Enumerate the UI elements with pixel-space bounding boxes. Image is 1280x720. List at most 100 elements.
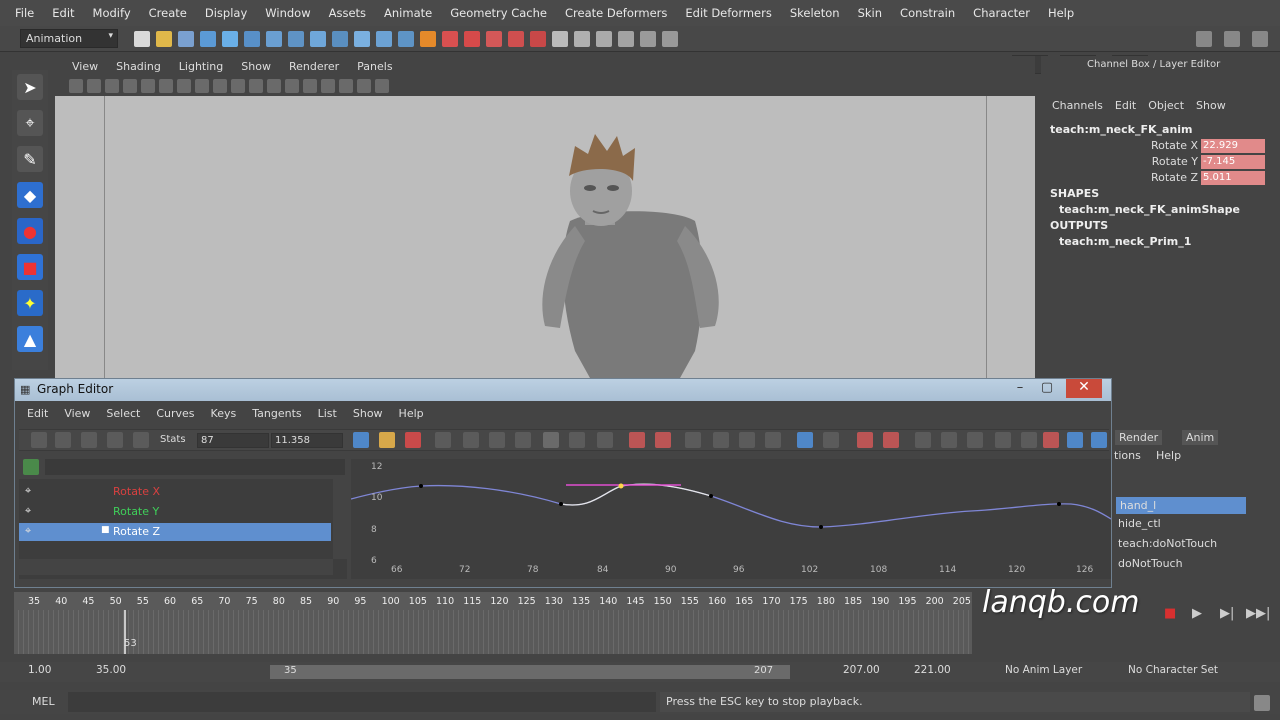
attr-rotate-x[interactable]: Rotate X 22.929 (1050, 138, 1265, 153)
animation-end-field[interactable]: 221.00 (914, 664, 951, 680)
save-scene-icon[interactable] (178, 31, 194, 47)
ipr-render-icon[interactable] (442, 31, 458, 47)
menu-edit[interactable]: Edit (43, 6, 83, 20)
viewport-menu-lighting[interactable]: Lighting (170, 60, 232, 73)
add-keys-icon[interactable] (81, 432, 97, 448)
scale-tool-icon[interactable]: ■ (17, 254, 43, 280)
select-component-icon[interactable] (244, 31, 260, 47)
stats-time-field[interactable]: 87 (197, 433, 269, 448)
command-input[interactable] (68, 692, 656, 712)
xray-joints-icon[interactable] (375, 79, 389, 93)
layer-item[interactable]: hand_l (1116, 497, 1246, 514)
ge-menu-tangents[interactable]: Tangents (244, 407, 309, 420)
menu-geometry-cache[interactable]: Geometry Cache (441, 6, 556, 20)
shape-node[interactable]: teach:m_neck_FK_animShape (1059, 203, 1240, 216)
curve-item-rotate-z[interactable]: ⌖ ■ Rotate Z (19, 523, 331, 541)
render-settings-icon[interactable] (398, 31, 414, 47)
curve-item-rotate-x[interactable]: ⌖ Rotate X (19, 483, 331, 501)
ge-menu-keys[interactable]: Keys (203, 407, 245, 420)
buffer-curve-icon[interactable] (597, 432, 613, 448)
cb-menu-object[interactable]: Object (1142, 99, 1190, 112)
menu-create-deformers[interactable]: Create Deformers (556, 6, 676, 20)
load-selected-icon[interactable] (995, 432, 1011, 448)
break-tangent-icon[interactable] (629, 432, 645, 448)
unify-tangent-icon[interactable] (655, 432, 671, 448)
menu-file[interactable]: File (6, 6, 43, 20)
render-view-icon[interactable] (486, 31, 502, 47)
ge-menu-select[interactable]: Select (98, 407, 148, 420)
menu-display[interactable]: Display (196, 6, 256, 20)
layer-menu-help[interactable]: Help (1156, 449, 1181, 462)
menu-assets[interactable]: Assets (320, 6, 375, 20)
rotate-tool-icon[interactable]: ● (17, 218, 43, 244)
cycle-icon[interactable] (883, 432, 899, 448)
playback-end-field[interactable]: 207.00 (843, 664, 880, 680)
menu-skeleton[interactable]: Skeleton (781, 6, 849, 20)
cb-menu-channels[interactable]: Channels (1046, 99, 1109, 112)
shadows-icon[interactable] (321, 79, 335, 93)
menu-skin[interactable]: Skin (849, 6, 891, 20)
move-keys-icon[interactable] (31, 432, 47, 448)
menu-modify[interactable]: Modify (84, 6, 140, 20)
grid-icon[interactable] (141, 79, 155, 93)
curve-item-rotate-y[interactable]: ⌖ Rotate Y (19, 503, 331, 521)
auto-load-icon[interactable] (967, 432, 983, 448)
attr-value-field[interactable]: 22.929 (1201, 138, 1265, 153)
open-scene-icon[interactable] (156, 31, 172, 47)
plateau-tangent-icon[interactable] (569, 432, 585, 448)
spline-tangent-icon[interactable] (435, 432, 451, 448)
animation-start-field[interactable]: 1.00 (28, 664, 51, 680)
frame-playback-icon[interactable] (379, 432, 395, 448)
ge-menu-curves[interactable]: Curves (148, 407, 202, 420)
menu-create[interactable]: Create (140, 6, 196, 20)
filter-icon[interactable] (23, 459, 39, 475)
layer-item[interactable]: hide_ctl (1118, 517, 1161, 530)
step-forward-icon[interactable]: ▶| (1220, 606, 1234, 621)
smooth-shade-icon[interactable] (267, 79, 281, 93)
magnet-icon[interactable] (530, 31, 546, 47)
anim-layer-selector[interactable]: No Anim Layer (1005, 664, 1082, 680)
attribute-editor-icon[interactable] (640, 31, 656, 47)
snap-curve-icon[interactable] (288, 31, 304, 47)
insert-keys-icon[interactable] (55, 432, 71, 448)
select-hierarchy-icon[interactable] (200, 31, 216, 47)
normalize-icon[interactable] (915, 432, 931, 448)
minimize-icon[interactable]: – (1007, 380, 1033, 398)
ge-menu-help[interactable]: Help (391, 407, 432, 420)
layer-menu-options[interactable]: tions (1114, 449, 1141, 462)
lasso-tool-icon[interactable]: ⌖ (17, 110, 43, 136)
ge-menu-show[interactable]: Show (345, 407, 391, 420)
range-slider[interactable]: 35 207 (270, 665, 790, 679)
free-weight-icon[interactable] (685, 432, 701, 448)
image-plane-icon[interactable] (123, 79, 137, 93)
menu-edit-deformers[interactable]: Edit Deformers (676, 6, 780, 20)
menu-set-selector[interactable]: Animation ▾ (20, 29, 118, 48)
select-object-icon[interactable] (222, 31, 238, 47)
menu-constrain[interactable]: Constrain (891, 6, 964, 20)
mel-label[interactable]: MEL (32, 695, 55, 708)
maximize-icon[interactable]: ▢ (1034, 380, 1060, 398)
clamped-tangent-icon[interactable] (463, 432, 479, 448)
viewport-menu-shading[interactable]: Shading (107, 60, 170, 73)
viewport-menu-view[interactable]: View (63, 60, 107, 73)
isolate-curve-icon[interactable] (739, 432, 755, 448)
graph-editor-titlebar[interactable]: ▦ Graph Editor – ▢ ✕ (15, 379, 1111, 401)
snap-plane-icon[interactable] (332, 31, 348, 47)
camera-attributes-icon[interactable] (87, 79, 101, 93)
selected-object-name[interactable]: teach:m_neck_FK_anim (1050, 123, 1193, 136)
trax-icon[interactable] (1067, 432, 1083, 448)
construction-history-icon[interactable] (376, 31, 392, 47)
play-forward-icon[interactable]: ▶ (1192, 606, 1202, 621)
camera-icon[interactable] (69, 79, 83, 93)
outliner-filter-field[interactable] (45, 459, 345, 475)
graph-view[interactable]: 12 10 8 6 66 72 78 84 90 96 102 108 114 … (351, 459, 1111, 579)
time-slider-track[interactable] (14, 610, 972, 654)
cb-menu-edit[interactable]: Edit (1109, 99, 1142, 112)
menu-character[interactable]: Character (964, 6, 1039, 20)
snap-grid-icon[interactable] (266, 31, 282, 47)
flat-tangent-icon[interactable] (515, 432, 531, 448)
outliner-h-scrollbar[interactable] (19, 559, 333, 575)
output-node[interactable]: teach:m_neck_Prim_1 (1059, 235, 1191, 248)
tab-anim[interactable]: Anim (1182, 430, 1219, 445)
xray-icon[interactable] (357, 79, 371, 93)
